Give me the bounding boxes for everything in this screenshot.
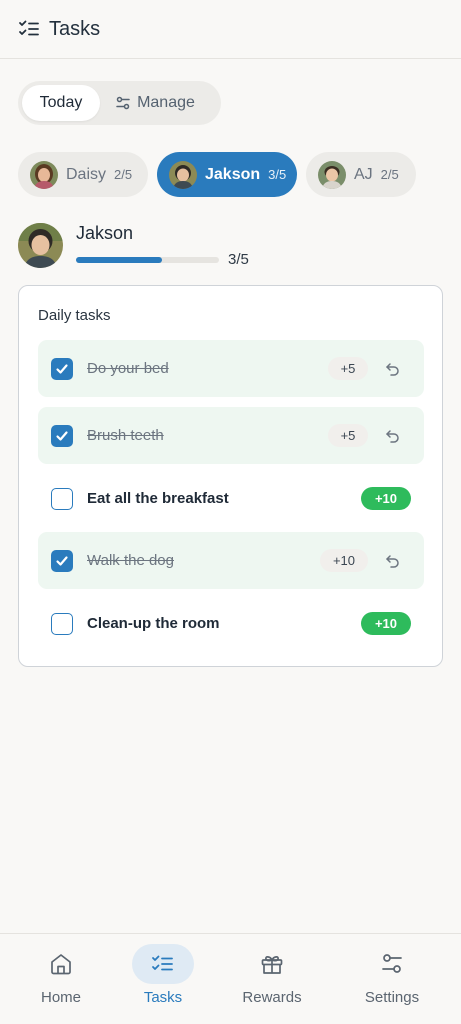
task-row[interactable]: Eat all the breakfast +10 <box>38 470 424 527</box>
task-checkbox[interactable] <box>51 487 73 510</box>
app-header: Tasks <box>0 0 461 59</box>
kid-selector: Daisy 2/5 Jakson 3/5 AJ 2/5 <box>18 152 416 197</box>
nav-label: Settings <box>364 989 420 1006</box>
kid-name: Daisy <box>66 165 107 183</box>
task-row[interactable]: Clean-up the room +10 <box>38 595 424 652</box>
nav-home[interactable]: Home <box>11 934 111 1024</box>
task-checkbox[interactable] <box>51 549 73 572</box>
manage-tab-label: Manage <box>137 94 195 111</box>
home-icon <box>30 944 92 984</box>
undo-icon[interactable] <box>384 360 402 378</box>
task-label: Brush teeth <box>87 427 164 444</box>
task-label: Walk the dog <box>87 552 174 569</box>
points-badge: +5 <box>328 357 368 380</box>
current-kid-name: Jakson <box>76 223 134 243</box>
progress-bar <box>76 257 219 263</box>
nav-tasks[interactable]: Tasks <box>113 934 213 1024</box>
sliders-icon <box>115 95 131 111</box>
card-title: Daily tasks <box>38 307 111 324</box>
kid-name: AJ <box>354 165 373 183</box>
kid-count: 3/5 <box>268 167 287 182</box>
kid-chip-daisy[interactable]: Daisy 2/5 <box>18 152 148 197</box>
points-badge: +10 <box>361 612 411 635</box>
task-row[interactable]: Do your bed +5 <box>38 340 424 397</box>
page-title: Tasks <box>49 17 101 40</box>
sliders-icon <box>361 944 423 984</box>
avatar <box>18 223 63 268</box>
task-label: Eat all the breakfast <box>87 490 229 507</box>
kid-count: 2/5 <box>114 167 133 182</box>
task-label: Do your bed <box>87 360 169 377</box>
task-checkbox[interactable] <box>51 357 73 380</box>
view-switcher: Today Manage <box>18 81 221 125</box>
progress-fill <box>76 257 162 263</box>
nav-label: Rewards <box>242 989 302 1006</box>
bottom-navigation: Home Tasks Rewards Settings <box>0 933 461 1024</box>
avatar <box>30 160 58 189</box>
nav-label: Home <box>40 989 81 1006</box>
kid-name: Jakson <box>205 165 261 183</box>
task-checkbox[interactable] <box>51 612 73 635</box>
today-tab-label: Today <box>39 94 83 111</box>
checklist-icon <box>132 944 194 984</box>
nav-rewards[interactable]: Rewards <box>222 934 322 1024</box>
today-tab[interactable]: Today <box>22 85 100 121</box>
task-label: Clean-up the room <box>87 615 220 632</box>
avatar <box>169 160 197 189</box>
avatar <box>318 160 346 189</box>
daily-tasks-card: Daily tasks Do your bed +5 Brush teeth +… <box>18 285 443 667</box>
undo-icon[interactable] <box>384 427 402 445</box>
task-checkbox[interactable] <box>51 424 73 447</box>
kid-chip-jakson[interactable]: Jakson 3/5 <box>157 152 297 197</box>
points-badge: +10 <box>361 487 411 510</box>
manage-tab[interactable]: Manage <box>100 85 210 121</box>
kid-chip-aj[interactable]: AJ 2/5 <box>306 152 416 197</box>
kid-count: 2/5 <box>380 167 399 182</box>
checklist-icon <box>18 18 40 40</box>
task-row[interactable]: Walk the dog +10 <box>38 532 424 589</box>
current-kid-summary: Jakson 3/5 <box>18 223 438 269</box>
points-badge: +5 <box>328 424 368 447</box>
gift-icon <box>241 944 303 984</box>
task-row[interactable]: Brush teeth +5 <box>38 407 424 464</box>
points-badge: +10 <box>320 549 368 572</box>
progress-text: 3/5 <box>228 251 249 268</box>
nav-settings[interactable]: Settings <box>342 934 442 1024</box>
nav-label: Tasks <box>143 989 183 1006</box>
undo-icon[interactable] <box>384 552 402 570</box>
